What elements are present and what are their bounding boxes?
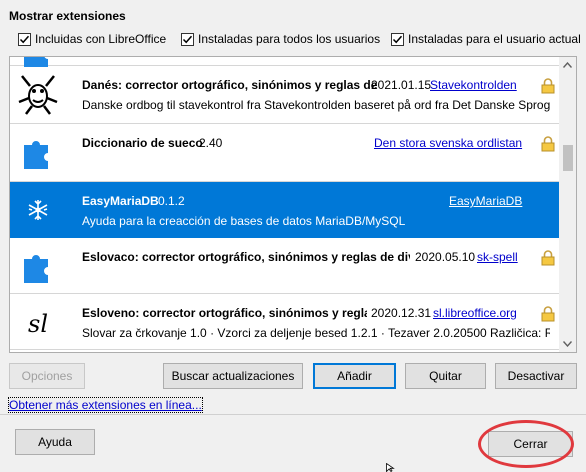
list-item-partial[interactable] bbox=[10, 57, 561, 67]
list-item-swedish[interactable]: Diccionario de sueco 2.40 Den stora sven… bbox=[10, 124, 561, 182]
extension-name: Esloveno: corrector ortográfico, sinónim… bbox=[82, 306, 367, 320]
highlight-circle bbox=[478, 420, 574, 468]
extension-version: 2021.01.15 bbox=[371, 78, 432, 92]
extension-description: Ayuda para la creacción de bases de dato… bbox=[82, 214, 406, 228]
disable-button[interactable]: Desactivar bbox=[495, 363, 577, 389]
list-item-danish[interactable]: Danés: corrector ortográfico, sinónimos … bbox=[10, 66, 561, 124]
extensions-list[interactable]: Danés: corrector ortográfico, sinónimos … bbox=[9, 56, 577, 353]
snowflake-icon bbox=[28, 200, 48, 220]
bug-mascot-icon bbox=[18, 75, 58, 115]
extension-publisher-link[interactable]: sk-spell bbox=[477, 250, 518, 264]
checkbox-shared[interactable] bbox=[181, 32, 194, 46]
extension-name: Danés: corrector ortográfico, sinónimos … bbox=[82, 78, 378, 92]
extension-publisher-link[interactable]: Stavekontrolden bbox=[430, 78, 517, 92]
filter-user[interactable]: Instaladas para el usuario actual bbox=[391, 31, 581, 47]
list-scrollbar[interactable] bbox=[559, 57, 576, 352]
add-button[interactable]: Añadir bbox=[313, 363, 396, 389]
extension-name: Diccionario de sueco bbox=[82, 136, 203, 150]
mouse-cursor-icon bbox=[386, 463, 395, 472]
check-updates-button[interactable]: Buscar actualizaciones bbox=[163, 363, 303, 389]
extension-version: 2020.05.10 bbox=[415, 250, 476, 264]
check-icon bbox=[182, 35, 193, 43]
lock-icon bbox=[541, 306, 555, 322]
extension-version: 0.1.2 bbox=[158, 194, 185, 208]
more-extensions-link[interactable]: Obtener más extensiones en línea... bbox=[8, 397, 203, 413]
section-title: Mostrar extensiones bbox=[9, 9, 126, 23]
remove-button[interactable]: Quitar bbox=[405, 363, 486, 389]
help-button[interactable]: Ayuda bbox=[15, 429, 95, 455]
extension-version: 2.40 bbox=[199, 136, 223, 150]
extension-publisher-link[interactable]: sl.libreoffice.org bbox=[433, 306, 517, 320]
scroll-down-arrow-icon[interactable] bbox=[559, 336, 576, 352]
extension-publisher-link[interactable]: Den stora svenska ordlistan bbox=[374, 136, 522, 150]
puzzle-icon bbox=[24, 255, 48, 283]
checkbox-bundled[interactable] bbox=[18, 32, 31, 46]
separator bbox=[0, 414, 586, 415]
puzzle-icon bbox=[24, 141, 48, 169]
filter-shared-label: Instaladas para todos los usuarios bbox=[198, 32, 381, 46]
filter-bundled[interactable]: Incluidas con LibreOffice bbox=[18, 31, 166, 47]
extension-version: 2020.12.31 bbox=[371, 306, 432, 320]
list-item-easymariadb[interactable]: EasyMariaDB 0.1.2 EasyMariaDB Ayuda para… bbox=[10, 182, 561, 238]
sl-logo-icon: sl bbox=[28, 310, 48, 338]
filter-user-label: Instaladas para el usuario actual bbox=[408, 32, 581, 46]
extension-description: Slovar za črkovanje 1.0 · Vzorci za delj… bbox=[82, 326, 550, 340]
more-extensions-link-text[interactable]: Obtener más extensiones en línea... bbox=[8, 397, 203, 413]
extension-name: Eslovaco: corrector ortográfico, sinónim… bbox=[82, 250, 410, 264]
checkbox-user[interactable] bbox=[391, 32, 404, 46]
extension-name: EasyMariaDB bbox=[82, 194, 159, 208]
scrollbar-thumb[interactable] bbox=[563, 145, 573, 171]
lock-icon bbox=[541, 78, 555, 94]
extension-description: Danske ordbog til stavekontrol fra Stave… bbox=[82, 98, 550, 112]
scroll-up-arrow-icon[interactable] bbox=[559, 57, 576, 73]
lock-icon bbox=[541, 250, 555, 266]
extension-publisher-link[interactable]: EasyMariaDB bbox=[449, 194, 522, 208]
list-item-slovak[interactable]: Eslovaco: corrector ortográfico, sinónim… bbox=[10, 238, 561, 294]
options-button[interactable]: Opciones bbox=[9, 363, 85, 389]
lock-icon bbox=[541, 136, 555, 152]
list-item-slovenian[interactable]: sl Esloveno: corrector ortográfico, sinó… bbox=[10, 294, 561, 350]
filter-shared[interactable]: Instaladas para todos los usuarios bbox=[181, 31, 380, 47]
check-icon bbox=[392, 35, 403, 43]
filter-bundled-label: Incluidas con LibreOffice bbox=[35, 32, 167, 46]
check-icon bbox=[19, 35, 30, 43]
